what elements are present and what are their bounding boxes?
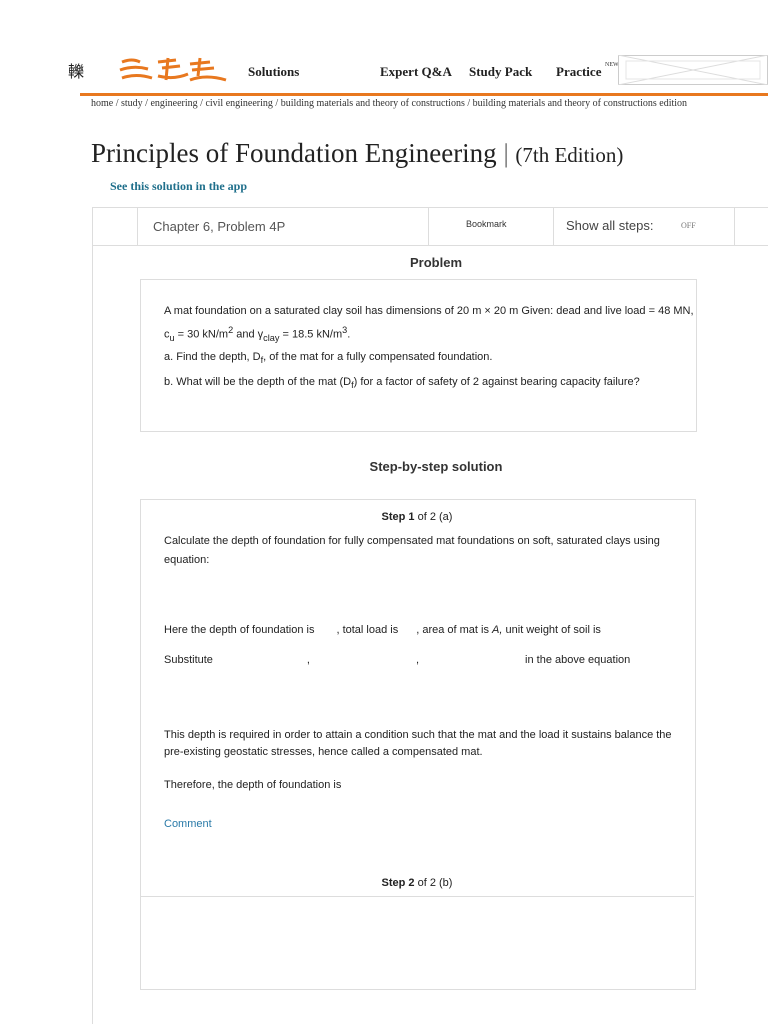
content-left-border (92, 244, 93, 1024)
step-1-conclusion: Therefore, the depth of foundation is (164, 779, 342, 791)
problem-heading: Problem (409, 255, 462, 270)
step-2-divider (140, 896, 694, 897)
comment-link[interactable]: Comment (164, 818, 212, 830)
nav-practice[interactable]: Practice (556, 64, 601, 80)
problem-part-a: a. Find the depth, Df, of the mat for a … (164, 351, 493, 366)
step-1-explanation: This depth is required in order to attai… (164, 729, 672, 758)
step-1-substitute: Substitute,, in the above equation (164, 654, 631, 666)
bookmark-button[interactable]: Bookmark (466, 219, 507, 229)
nav-expert-qa[interactable]: Expert Q&A (380, 64, 452, 80)
nav-study-pack[interactable]: Study Pack (469, 64, 532, 80)
problem-statement: A mat foundation on a saturated clay soi… (164, 305, 694, 343)
show-all-steps-label: Show all steps: (566, 218, 654, 233)
site-logo[interactable] (118, 56, 230, 84)
breadcrumb-engineering[interactable]: engineering (150, 98, 197, 109)
step-1-definitions: Here the depth of foundation is, total l… (164, 624, 601, 636)
book-edition: (7th Edition) (515, 143, 624, 167)
chapter-problem-label[interactable]: Chapter 6, Problem 4P (153, 219, 285, 234)
header-divider (80, 93, 768, 96)
promo-banner-placeholder[interactable] (618, 55, 768, 85)
new-badge: NEW (605, 62, 619, 68)
breadcrumb-home[interactable]: home (91, 98, 113, 109)
language-glyph: 轢 (68, 64, 85, 81)
breadcrumb-edition[interactable]: building materials and theory of constru… (473, 98, 687, 109)
breadcrumb-study[interactable]: study (121, 98, 143, 109)
show-all-steps-toggle[interactable]: OFF (681, 221, 696, 230)
problem-part-b: b. What will be the depth of the mat (Df… (164, 376, 640, 391)
step-1-intro: Calculate the depth of foundation for fu… (164, 535, 660, 566)
step-2-title: Step 2 of 2 (b) (381, 877, 453, 889)
breadcrumb-book[interactable]: building materials and theory of constru… (281, 98, 465, 109)
step-1-title: Step 1 of 2 (a) (381, 511, 453, 523)
see-in-app-link[interactable]: See this solution in the app (110, 179, 247, 194)
breadcrumb-civil-engineering[interactable]: civil engineering (205, 98, 272, 109)
nav-solutions[interactable]: Solutions (248, 64, 299, 80)
breadcrumb: home / study / engineering / civil engin… (91, 98, 688, 109)
page-title: Principles of Foundation Engineering | (… (91, 138, 623, 169)
title-separator: | (503, 139, 509, 168)
book-title: Principles of Foundation Engineering (91, 138, 497, 168)
solution-heading: Step-by-step solution (369, 459, 503, 474)
